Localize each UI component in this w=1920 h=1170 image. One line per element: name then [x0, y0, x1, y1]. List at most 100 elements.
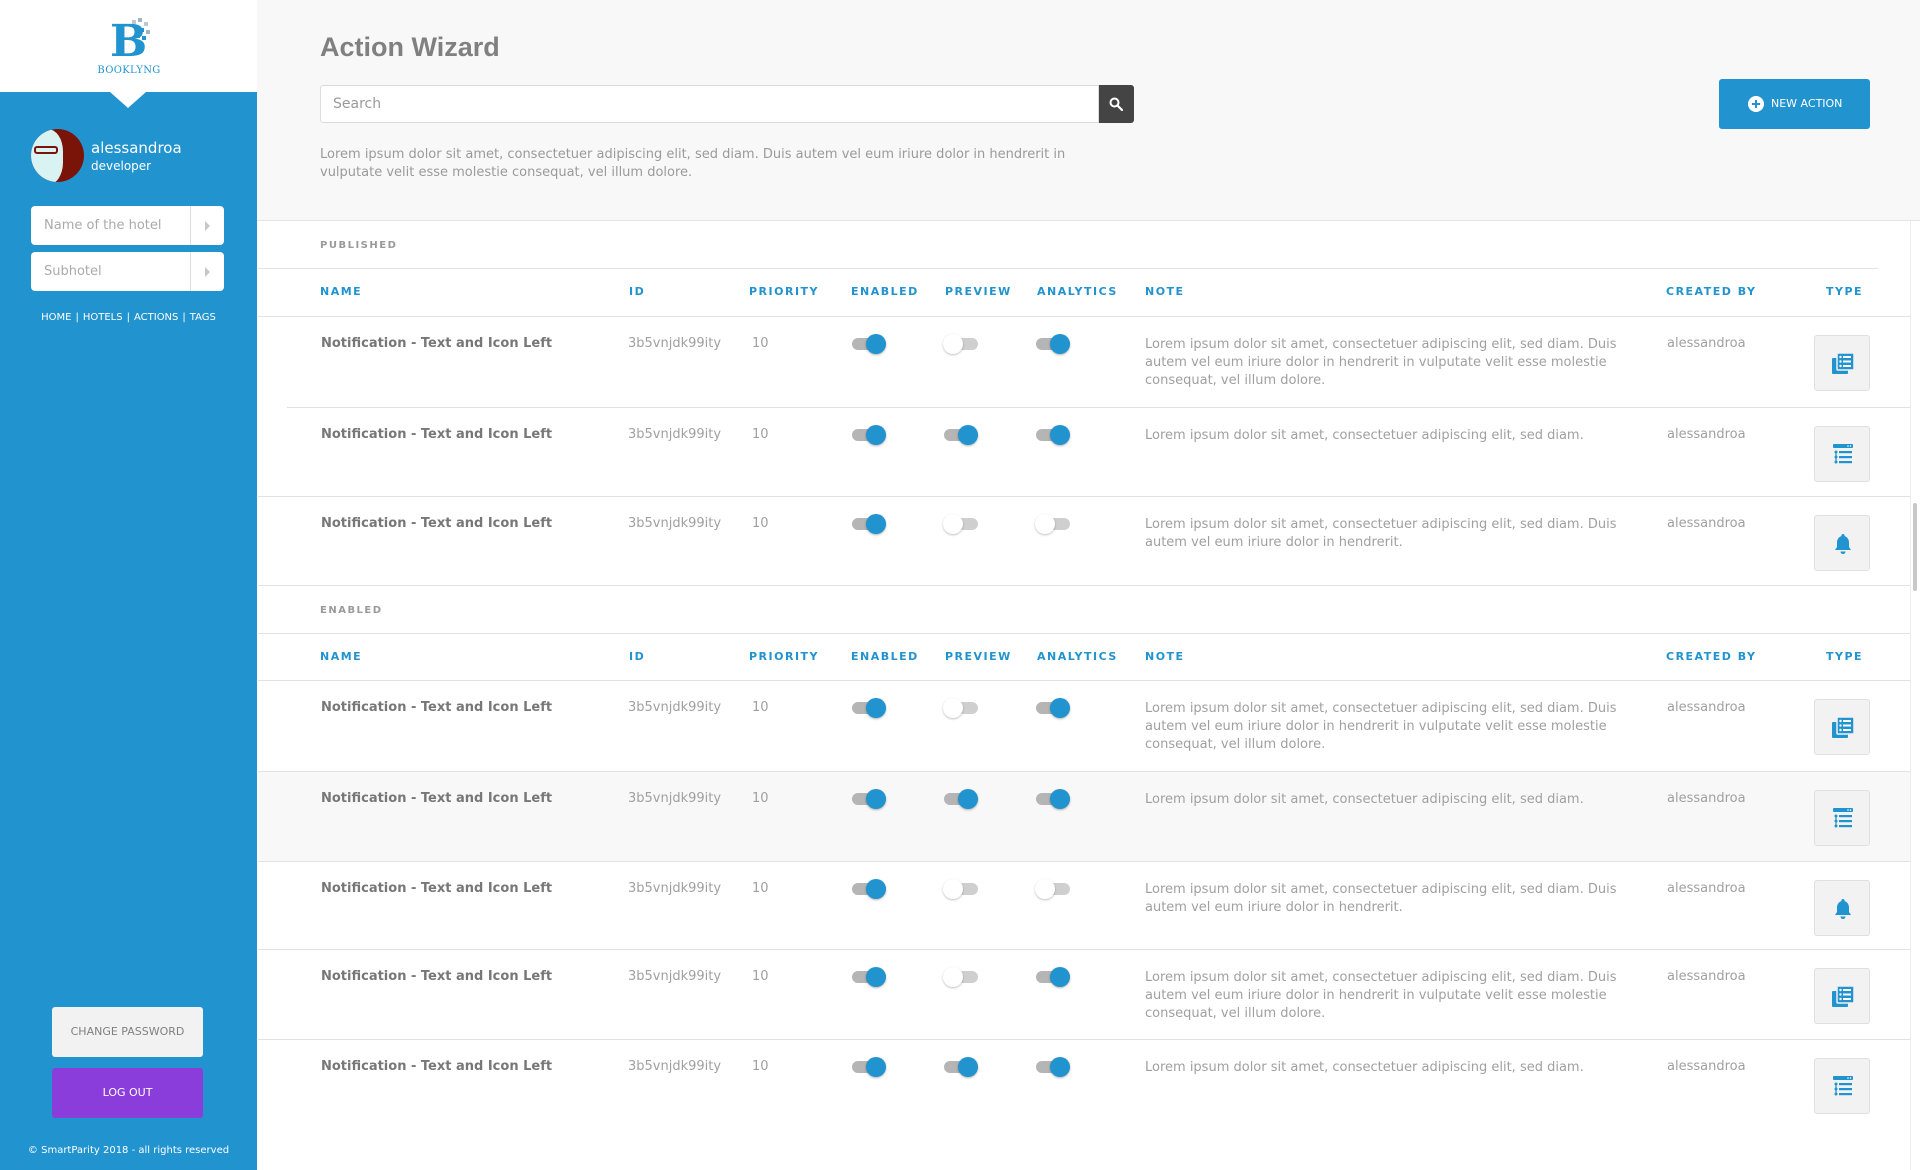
user-role: developer — [91, 159, 152, 173]
preview-toggle[interactable] — [943, 698, 978, 718]
nav-tags[interactable]: TAGS — [190, 312, 216, 323]
preview-toggle[interactable] — [943, 879, 978, 899]
column-header-created-by[interactable]: CREATED BY — [1666, 650, 1756, 663]
type-button[interactable] — [1814, 880, 1870, 936]
column-header-preview[interactable]: PREVIEW — [945, 650, 1012, 663]
action-note: Lorem ipsum dolor sit amet, consectetuer… — [1145, 517, 1617, 550]
analytics-toggle[interactable] — [1036, 334, 1070, 354]
nav-home[interactable]: HOME — [41, 312, 71, 323]
preview-toggle[interactable] — [944, 425, 978, 445]
booklyng-logo[interactable]: B BOOKLYNG — [96, 18, 162, 78]
analytics-toggle[interactable] — [1035, 879, 1070, 899]
action-name[interactable]: Notification - Text and Icon Left — [321, 336, 552, 351]
action-name[interactable]: Notification - Text and Icon Left — [321, 969, 552, 984]
preview-toggle[interactable] — [943, 334, 978, 354]
column-header-id[interactable]: ID — [629, 650, 645, 663]
divider — [258, 496, 1911, 497]
nav-hotels[interactable]: HOTELS — [83, 312, 123, 323]
created-by: alessandroa — [1667, 700, 1746, 715]
section-label-published: PUBLISHED — [320, 240, 398, 251]
type-button[interactable] — [1814, 790, 1870, 846]
column-header-note[interactable]: NOTE — [1145, 650, 1185, 663]
analytics-toggle[interactable] — [1036, 789, 1070, 809]
type-button[interactable] — [1814, 1058, 1870, 1114]
column-header-type[interactable]: TYPE — [1826, 650, 1863, 663]
column-header-preview[interactable]: PREVIEW — [945, 285, 1012, 298]
action-name[interactable]: Notification - Text and Icon Left — [321, 1059, 552, 1074]
column-header-enabled[interactable]: ENABLED — [851, 285, 919, 298]
action-id: 3b5vnjdk99ity — [628, 336, 722, 351]
preview-toggle[interactable] — [944, 1057, 978, 1077]
search-input[interactable] — [321, 86, 1098, 122]
type-button[interactable] — [1814, 968, 1870, 1024]
new-action-button[interactable]: NEW ACTION — [1719, 79, 1870, 129]
column-header-enabled[interactable]: ENABLED — [851, 650, 919, 663]
created-by: alessandroa — [1667, 336, 1746, 351]
nav-actions[interactable]: ACTIONS — [134, 312, 178, 323]
column-header-priority[interactable]: PRIORITY — [749, 285, 819, 298]
row-hover-background — [258, 772, 1911, 861]
column-header-created-by[interactable]: CREATED BY — [1666, 285, 1756, 298]
column-header-note[interactable]: NOTE — [1145, 285, 1185, 298]
enabled-toggle[interactable] — [852, 514, 886, 534]
scrollbar-track[interactable] — [1910, 221, 1911, 1170]
divider — [258, 268, 1878, 269]
preview-toggle[interactable] — [943, 514, 978, 534]
divider — [258, 585, 1911, 586]
subhotel-field — [31, 252, 224, 291]
avatar[interactable] — [31, 129, 84, 182]
created-by: alessandroa — [1667, 1059, 1746, 1074]
enabled-toggle[interactable] — [852, 879, 886, 899]
column-header-name[interactable]: NAME — [320, 650, 362, 663]
divider — [258, 861, 1911, 862]
action-name[interactable]: Notification - Text and Icon Left — [321, 700, 552, 715]
type-button[interactable] — [1814, 426, 1870, 482]
action-priority: 10 — [752, 336, 769, 351]
column-header-analytics[interactable]: ANALYTICS — [1037, 650, 1118, 663]
analytics-toggle[interactable] — [1036, 1057, 1070, 1077]
action-note: Lorem ipsum dolor sit amet, consectetuer… — [1145, 701, 1617, 752]
type-button[interactable] — [1814, 515, 1870, 571]
action-priority: 10 — [752, 791, 769, 806]
column-header-id[interactable]: ID — [629, 285, 645, 298]
action-name[interactable]: Notification - Text and Icon Left — [321, 881, 552, 896]
preview-toggle[interactable] — [944, 789, 978, 809]
scrollbar-thumb[interactable] — [1913, 503, 1917, 591]
action-id: 3b5vnjdk99ity — [628, 1059, 722, 1074]
enabled-toggle[interactable] — [852, 698, 886, 718]
column-header-type[interactable]: TYPE — [1826, 285, 1863, 298]
column-header-analytics[interactable]: ANALYTICS — [1037, 285, 1118, 298]
logout-button[interactable]: LOG OUT — [52, 1068, 203, 1118]
analytics-toggle[interactable] — [1036, 698, 1070, 718]
action-name[interactable]: Notification - Text and Icon Left — [321, 427, 552, 442]
hotel-name-input[interactable] — [31, 206, 189, 245]
divider — [258, 680, 1911, 681]
action-name[interactable]: Notification - Text and Icon Left — [321, 516, 552, 531]
enabled-toggle[interactable] — [852, 425, 886, 445]
enabled-toggle[interactable] — [852, 334, 886, 354]
subhotel-go-button[interactable] — [190, 252, 224, 291]
analytics-toggle[interactable] — [1036, 967, 1070, 987]
action-id: 3b5vnjdk99ity — [628, 700, 722, 715]
divider — [258, 949, 1911, 950]
page-title: Action Wizard — [320, 32, 500, 62]
page-description: Lorem ipsum dolor sit amet, consectetuer… — [320, 147, 1066, 180]
type-button[interactable] — [1814, 699, 1870, 755]
action-note: Lorem ipsum dolor sit amet, consectetuer… — [1145, 792, 1584, 807]
change-password-button[interactable]: CHANGE PASSWORD — [52, 1007, 203, 1057]
action-name[interactable]: Notification - Text and Icon Left — [321, 791, 552, 806]
search-button[interactable] — [1099, 85, 1134, 123]
hotel-name-go-button[interactable] — [190, 206, 224, 245]
analytics-toggle[interactable] — [1035, 514, 1070, 534]
enabled-toggle[interactable] — [852, 967, 886, 987]
logo-notch — [110, 92, 146, 108]
enabled-toggle[interactable] — [852, 789, 886, 809]
subhotel-input[interactable] — [31, 252, 189, 291]
column-header-name[interactable]: NAME — [320, 285, 362, 298]
column-header-priority[interactable]: PRIORITY — [749, 650, 819, 663]
analytics-toggle[interactable] — [1036, 425, 1070, 445]
preview-toggle[interactable] — [943, 967, 978, 987]
type-button[interactable] — [1814, 335, 1870, 391]
page-header: Action Wizard Lorem ipsum dolor sit amet… — [257, 0, 1920, 221]
enabled-toggle[interactable] — [852, 1057, 886, 1077]
